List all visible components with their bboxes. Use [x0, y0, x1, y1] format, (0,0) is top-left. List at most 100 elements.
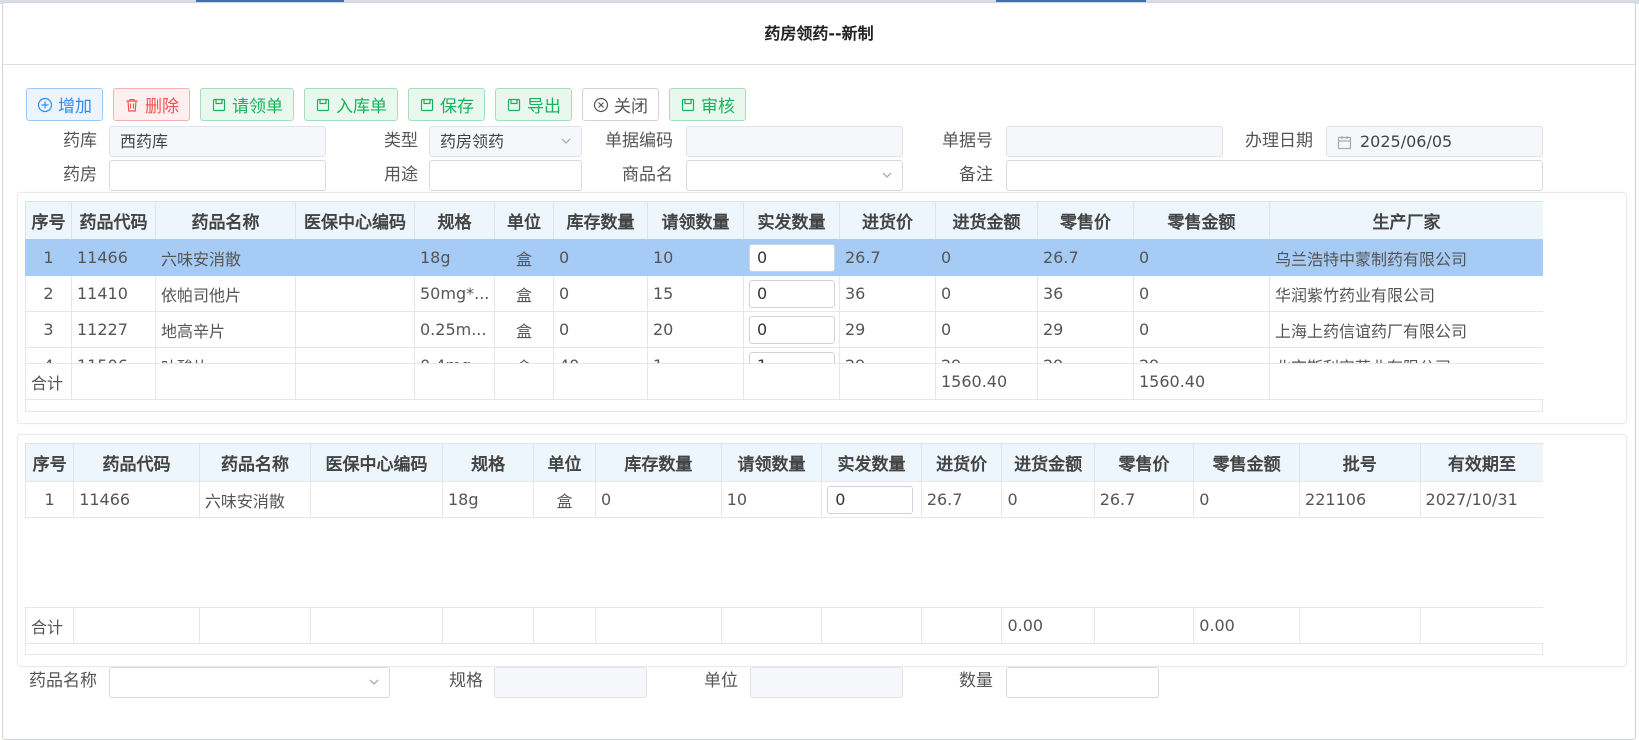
column-header[interactable]: 请领数量 [720, 443, 823, 482]
column-header[interactable]: 进货金额 [1001, 443, 1095, 482]
table-cell: 29 [839, 311, 936, 348]
dispense-qty-input[interactable]: 1 [749, 351, 835, 363]
column-header[interactable]: 库存数量 [594, 443, 722, 482]
column-header[interactable]: 进货价 [839, 201, 936, 240]
remark-field[interactable] [1006, 160, 1543, 191]
dispense-qty-input[interactable]: 0 [749, 243, 835, 272]
requisition-table-body-scroll[interactable]: 1 11466 六味安消散 18g 盒 0 10 0 26.7 0 26.7 0 乌兰浩特中蒙制药有限公… [25, 239, 1543, 363]
warehouse-label: 药库 [63, 131, 97, 151]
column-header[interactable]: 批号 [1299, 443, 1421, 482]
total-cell [720, 607, 823, 644]
total-cell [553, 363, 648, 400]
column-header[interactable]: 药品名称 [155, 201, 296, 240]
column-header[interactable]: 序号 [25, 443, 75, 482]
column-header[interactable]: 医保中心编码 [309, 443, 444, 482]
column-header[interactable]: 药品代码 [73, 443, 200, 482]
column-header[interactable]: 库存数量 [553, 201, 648, 240]
table-cell: 26.7 [839, 239, 936, 276]
dispense-qty-input[interactable]: 0 [749, 279, 835, 308]
delete-button[interactable]: 删除 [113, 88, 190, 121]
requisition-button[interactable]: 请领单 [200, 88, 294, 121]
drug-name-select[interactable] [109, 667, 390, 698]
requisition-table-total: 合计 1560.40 1560.40 [25, 363, 1543, 400]
audit-button-label: 审核 [701, 97, 735, 117]
doc-code-field[interactable] [686, 126, 903, 157]
pharmacy-field[interactable] [109, 160, 326, 191]
column-header[interactable]: 零售金额 [1133, 201, 1270, 240]
export-button[interactable]: 导出 [495, 88, 572, 121]
dispense-qty-input[interactable]: 0 [827, 485, 914, 514]
total-cell: 合计 [25, 607, 75, 644]
type-select[interactable]: 药房领药 [429, 126, 582, 157]
table-cell: 15 [647, 275, 744, 312]
column-header[interactable]: 规格 [414, 201, 495, 240]
table-row[interactable]: 411506叶酸片0.4mg*...盒401129292929北京斯利安药业有限… [25, 347, 1543, 363]
unit-field[interactable] [750, 667, 903, 698]
batch-table-scrollbar[interactable] [25, 643, 1543, 655]
chevron-down-icon [369, 679, 379, 685]
column-header[interactable]: 有效期至 [1419, 443, 1543, 482]
table-cell: 1 [25, 239, 72, 276]
table-cell: 221106 [1299, 481, 1421, 518]
save-icon [211, 97, 227, 113]
doc-no-label: 单据号 [942, 131, 993, 151]
column-header[interactable]: 单位 [494, 201, 554, 240]
column-header[interactable]: 实发数量 [743, 201, 840, 240]
table-row[interactable]: 1 11466 六味安消散 18g 盒 0 10 0 26.7 0 26.7 0 221106 2027/… [25, 481, 1543, 518]
requisition-items-grid: 序号 药品代码 药品名称 医保中心编码 规格 单位 库存数量 请领数量 实发数量 进货价 进货金额零… [25, 201, 1543, 414]
total-cell [441, 607, 535, 644]
column-header[interactable]: 序号 [25, 201, 72, 240]
column-header[interactable]: 药品名称 [198, 443, 311, 482]
drug-name-label: 药品名称 [29, 671, 97, 691]
table-row[interactable]: 3 11227 地高辛片 0.25m... 盒 0 20 0 29 0 29 0 上海上药信谊药厂有限公… [25, 311, 1543, 348]
column-header[interactable]: 进货金额 [935, 201, 1038, 240]
column-header[interactable]: 医保中心编码 [295, 201, 415, 240]
inbound-button[interactable]: 入库单 [304, 88, 398, 121]
table-cell: 0 [594, 481, 722, 518]
requisition-button-label: 请领单 [232, 97, 283, 117]
save-button-label: 保存 [440, 97, 474, 117]
spec-field[interactable] [494, 667, 647, 698]
total-cell [1037, 363, 1134, 400]
column-header[interactable]: 药品代码 [71, 201, 156, 240]
table-row[interactable]: 2 11410 依帕司他片 50mg*... 盒 0 15 0 36 0 36 0 华润紫竹药业有限公司 [25, 275, 1543, 312]
dispense-qty-input[interactable]: 0 [749, 315, 835, 344]
total-cell [647, 363, 744, 400]
type-label: 类型 [384, 131, 418, 151]
table-cell [295, 275, 415, 312]
table-cell: 29 [1037, 311, 1134, 348]
column-header[interactable]: 实发数量 [821, 443, 922, 482]
warehouse-field[interactable]: 西药库 [109, 126, 326, 157]
date-picker[interactable]: 2025/06/05 [1326, 126, 1543, 157]
total-cell [494, 363, 554, 400]
qty-field[interactable] [1006, 667, 1159, 698]
product-select[interactable] [686, 160, 903, 191]
usage-field[interactable] [429, 160, 582, 191]
batch-table-body-scroll[interactable]: 1 11466 六味安消散 18g 盒 0 10 0 26.7 0 26.7 0 221106 2027/… [25, 481, 1543, 607]
table-cell: 2027/10/31 [1419, 481, 1543, 518]
total-cell [71, 363, 156, 400]
requisition-table-scrollbar[interactable] [25, 400, 1543, 412]
table-cell: 乌兰浩特中蒙制药有限公司 [1269, 239, 1543, 276]
add-button[interactable]: 增加 [26, 88, 103, 121]
doc-no-field[interactable] [1006, 126, 1223, 157]
inbound-button-label: 入库单 [336, 97, 387, 117]
table-cell: 20 [647, 311, 744, 348]
column-header[interactable]: 进货价 [920, 443, 1003, 482]
unit-label: 单位 [704, 671, 738, 691]
column-header[interactable]: 零售金额 [1193, 443, 1301, 482]
column-header[interactable]: 请领数量 [647, 201, 744, 240]
batch-table-body: 1 11466 六味安消散 18g 盒 0 10 0 26.7 0 26.7 0 221106 2027/… [25, 481, 1543, 518]
column-header[interactable]: 生产厂家 [1269, 201, 1543, 240]
total-cell: 1560.40 [935, 363, 1038, 400]
column-header[interactable]: 规格 [441, 443, 535, 482]
total-cell [73, 607, 200, 644]
column-header[interactable]: 单位 [533, 443, 596, 482]
table-cell: 26.7 [1093, 481, 1195, 518]
column-header[interactable]: 零售价 [1093, 443, 1195, 482]
close-button[interactable]: 关闭 [582, 88, 659, 121]
save-button[interactable]: 保存 [408, 88, 485, 121]
table-row[interactable]: 1 11466 六味安消散 18g 盒 0 10 0 26.7 0 26.7 0 乌兰浩特中蒙制药有限公… [25, 239, 1543, 276]
audit-button[interactable]: 审核 [669, 88, 746, 121]
column-header[interactable]: 零售价 [1037, 201, 1134, 240]
